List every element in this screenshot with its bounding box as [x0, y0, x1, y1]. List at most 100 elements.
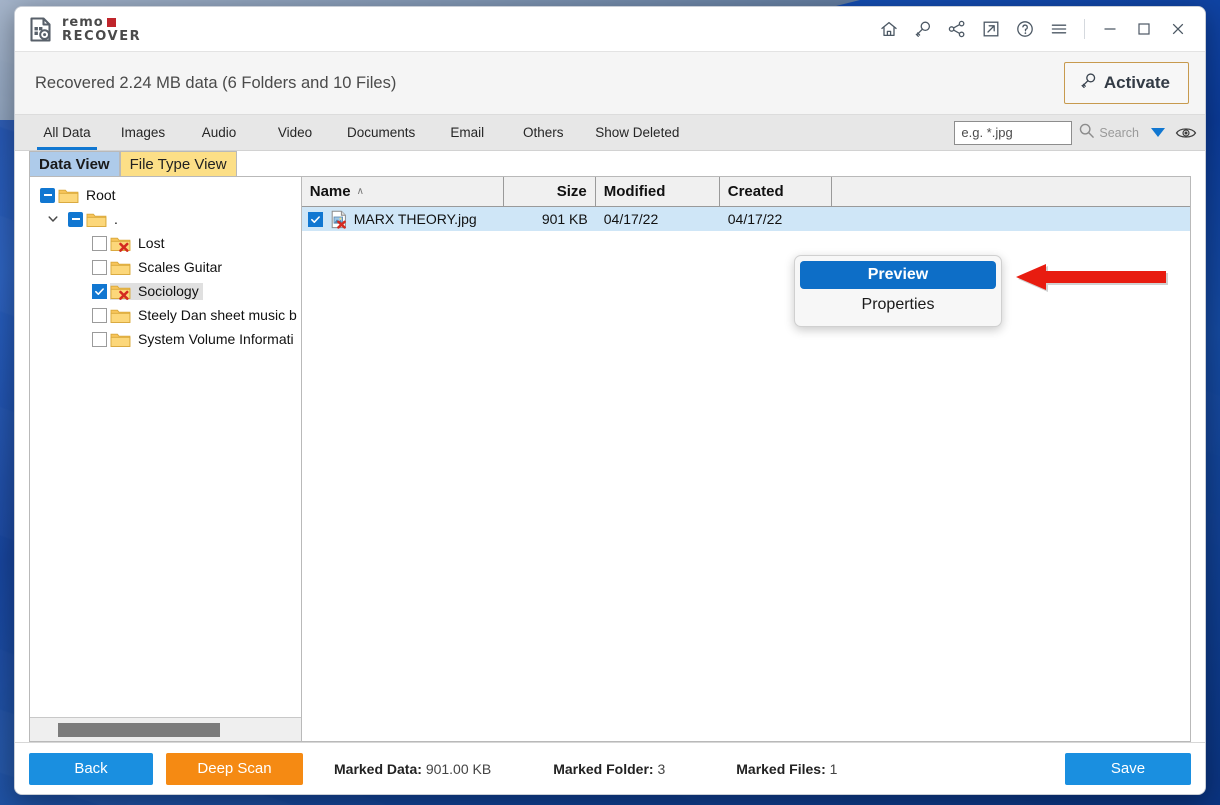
tree-node-root[interactable]: Root [30, 183, 301, 207]
hamburger-menu-icon[interactable] [1042, 12, 1076, 46]
tab-others[interactable]: Others [505, 115, 581, 150]
file-name-label: MARX THEORY.jpg [353, 211, 477, 227]
tree-label-wrap: Scales Guitar [133, 259, 226, 275]
view-mode-tabs: Data View File Type View [15, 151, 1205, 176]
sort-ascending-icon: ∧ [356, 186, 364, 197]
marked-files-label: Marked Files: [736, 760, 826, 777]
title-bar: remo RECOVER [15, 7, 1205, 52]
file-size-cell: 901 KB [541, 211, 588, 227]
tab-video[interactable]: Video [257, 115, 333, 150]
tree-node-steely-dan[interactable]: Steely Dan sheet music b [30, 303, 301, 327]
tree-node-scales-guitar[interactable]: Scales Guitar [30, 255, 301, 279]
search-input[interactable] [954, 120, 1073, 145]
file-checkbox[interactable] [307, 211, 323, 227]
filter-dropdown-icon[interactable] [1151, 128, 1165, 137]
tree-label-wrap: Steely Dan sheet music b [133, 307, 301, 323]
tree-checkbox-lost[interactable] [92, 235, 107, 251]
close-button[interactable] [1161, 12, 1195, 46]
logo-wordmark: remo RECOVER [62, 16, 141, 43]
folder-deleted-icon [110, 283, 131, 300]
tree-node-label: Sociology [138, 283, 199, 299]
column-header-created[interactable]: Created [720, 177, 832, 206]
tree-checkbox-steely-dan[interactable] [92, 307, 107, 323]
tree-checkbox-dot[interactable] [68, 211, 83, 227]
horizontal-scrollbar[interactable] [30, 717, 301, 741]
activate-button[interactable]: Activate [1063, 62, 1189, 104]
tab-all-data[interactable]: All Data [29, 115, 105, 150]
tree-checkbox-sociology[interactable] [92, 283, 107, 299]
image-file-deleted-icon [330, 210, 350, 229]
tree-node-label: System Volume Informati [138, 331, 294, 347]
tab-images[interactable]: Images [105, 115, 181, 150]
tree-checkbox-system-volume[interactable] [92, 331, 107, 347]
footer-bar: Back Deep Scan Marked Data: 901.00 KB Ma… [15, 742, 1205, 794]
column-header-filler [832, 177, 1190, 206]
tree-node-label: Lost [138, 235, 165, 251]
scrollbar-thumb[interactable] [58, 722, 220, 737]
folder-deleted-icon [110, 235, 131, 252]
tab-show-deleted[interactable]: Show Deleted [581, 115, 693, 150]
tab-documents[interactable]: Documents [333, 115, 429, 150]
external-link-icon[interactable] [974, 12, 1008, 46]
marked-folder-value: 3 [657, 760, 666, 777]
table-row[interactable]: MARX THEORY.jpg 901 KB 04/17/22 04/17/22 [301, 207, 1190, 231]
tab-file-type-view[interactable]: File Type View [119, 151, 237, 176]
titlebar-separator [1084, 19, 1085, 39]
tree-label-wrap: Lost [133, 235, 168, 251]
tree-node-dot[interactable]: . [30, 207, 301, 231]
remo-recover-window: remo RECOVER Recovered 2.24 MB data (6 F… [14, 6, 1206, 795]
context-menu-item-properties[interactable]: Properties [800, 289, 996, 321]
marked-folder-label: Marked Folder: [553, 760, 654, 777]
file-modified-cell: 04/17/22 [603, 211, 659, 227]
activate-button-label: Activate [1103, 73, 1170, 92]
search-button[interactable]: Search [1078, 122, 1139, 144]
key-icon [1079, 71, 1098, 95]
file-list-header: Name ∧ Size Modified Created [301, 177, 1190, 207]
minimize-button[interactable] [1093, 12, 1127, 46]
file-list-rows: MARX THEORY.jpg 901 KB 04/17/22 04/17/22 [301, 207, 1190, 741]
folder-icon [110, 331, 131, 348]
column-header-modified[interactable]: Modified [596, 177, 720, 206]
tab-email[interactable]: Email [429, 115, 505, 150]
file-name-cell: MARX THEORY.jpg [302, 210, 504, 229]
tree-label-wrap: System Volume Informati [133, 331, 298, 347]
category-tab-bar: All Data Images Audio Video Documents Em… [15, 115, 1205, 151]
deep-scan-button[interactable]: Deep Scan [166, 752, 303, 785]
tab-audio[interactable]: Audio [181, 115, 257, 150]
marked-data-value: 901.00 KB [425, 760, 492, 777]
maximize-button[interactable] [1127, 12, 1161, 46]
marked-folder-stat: Marked Folder: 3 [553, 761, 665, 777]
app-logo: remo RECOVER [29, 16, 141, 43]
recovery-summary-bar: Recovered 2.24 MB data (6 Folders and 10… [15, 52, 1205, 115]
preview-eye-icon[interactable] [1175, 125, 1197, 141]
home-icon[interactable] [872, 12, 906, 46]
marked-data-stat: Marked Data: 901.00 KB [334, 761, 491, 777]
tree-node-sociology[interactable]: Sociology [30, 279, 301, 303]
tree-node-label: Root [86, 187, 116, 203]
back-button[interactable]: Back [29, 752, 153, 785]
tree-checkbox-root[interactable] [40, 187, 55, 203]
key-icon[interactable] [906, 12, 940, 46]
file-list-pane: Name ∧ Size Modified Created MARX THEORY… [301, 176, 1191, 742]
tab-data-view[interactable]: Data View [29, 151, 120, 176]
help-icon[interactable] [1008, 12, 1042, 46]
chevron-down-icon[interactable] [44, 210, 62, 228]
search-button-label: Search [1099, 125, 1139, 140]
marked-files-value: 1 [829, 760, 838, 777]
tree-node-lost[interactable]: Lost [30, 231, 301, 255]
save-button[interactable]: Save [1065, 752, 1191, 785]
tree-checkbox-scales-guitar[interactable] [92, 259, 107, 275]
folder-icon [110, 259, 131, 276]
logo-text-top: remo [62, 14, 104, 30]
document-recover-icon [29, 16, 55, 43]
share-icon[interactable] [940, 12, 974, 46]
marked-files-stat: Marked Files: 1 [736, 761, 837, 777]
context-menu-item-preview[interactable]: Preview [800, 261, 996, 289]
file-created-cell: 04/17/22 [727, 211, 783, 227]
column-header-size[interactable]: Size [504, 177, 596, 206]
column-header-name[interactable]: Name ∧ [302, 177, 504, 206]
search-area: Search [954, 115, 1205, 150]
folder-icon [86, 211, 107, 228]
folder-icon [110, 307, 131, 324]
tree-node-system-volume-information[interactable]: System Volume Informati [30, 327, 301, 351]
